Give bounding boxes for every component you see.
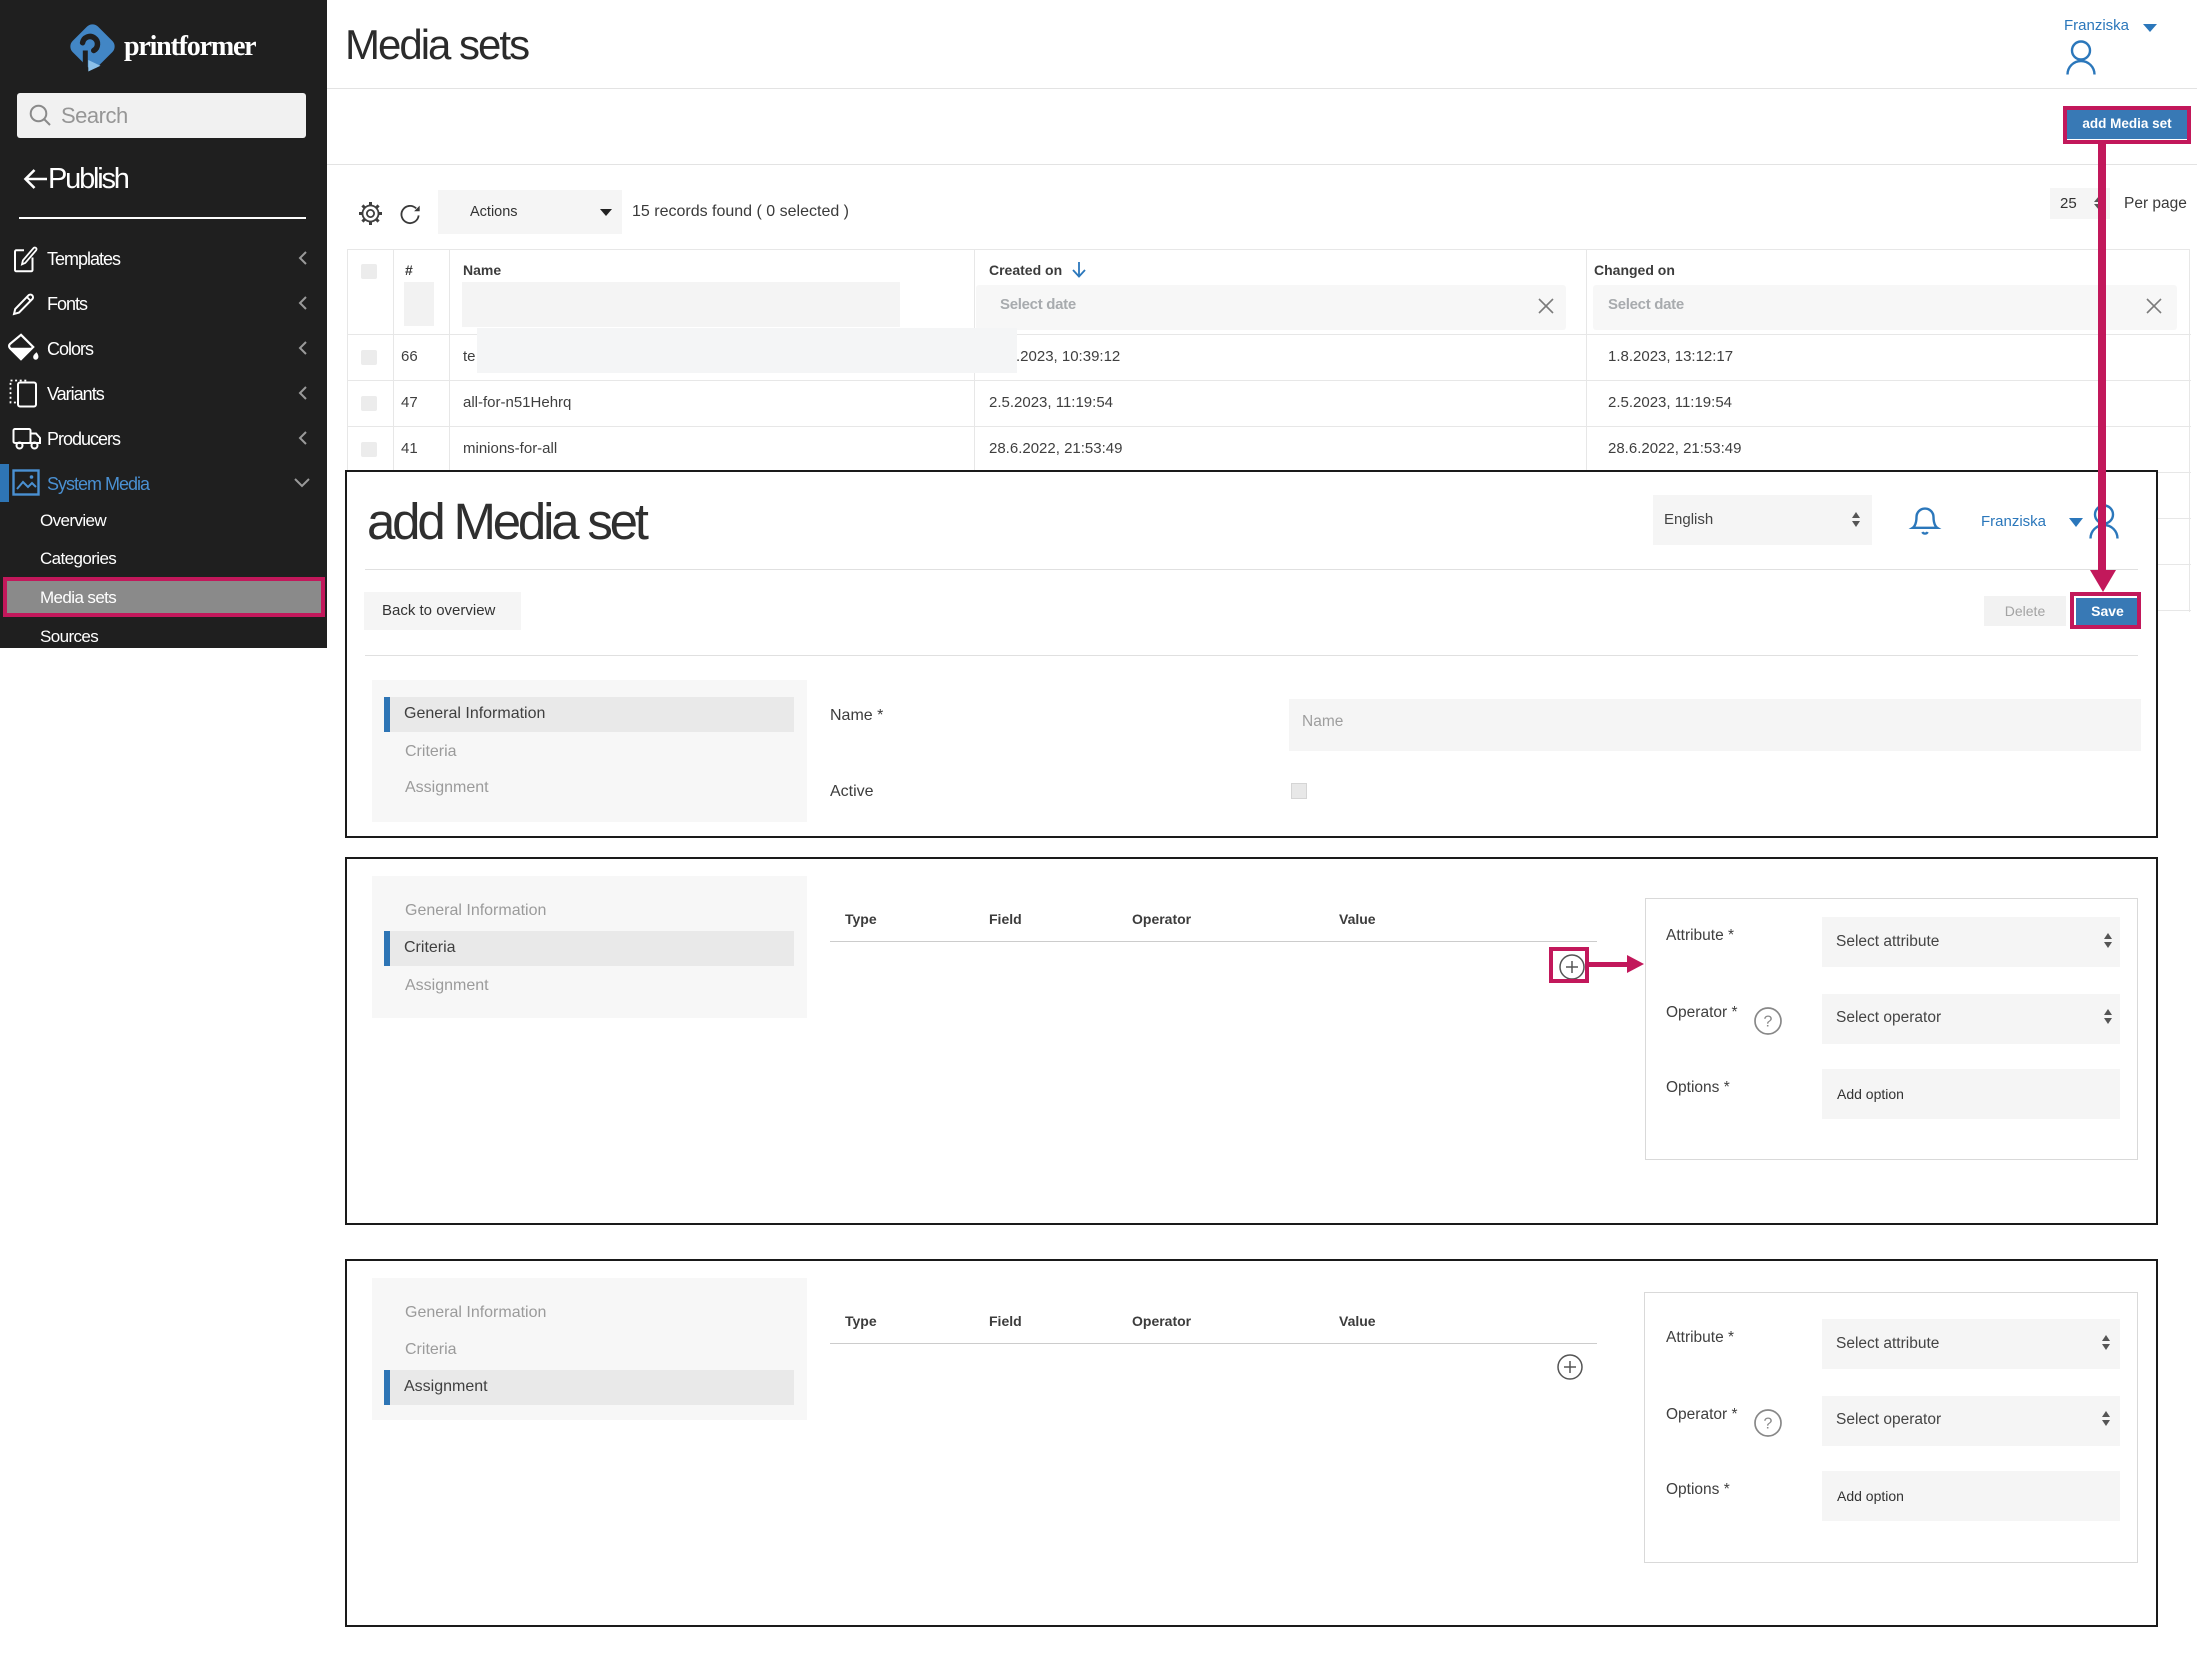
svg-text:?: ? xyxy=(1764,1416,1773,1433)
svg-text:?: ? xyxy=(1764,1014,1773,1031)
